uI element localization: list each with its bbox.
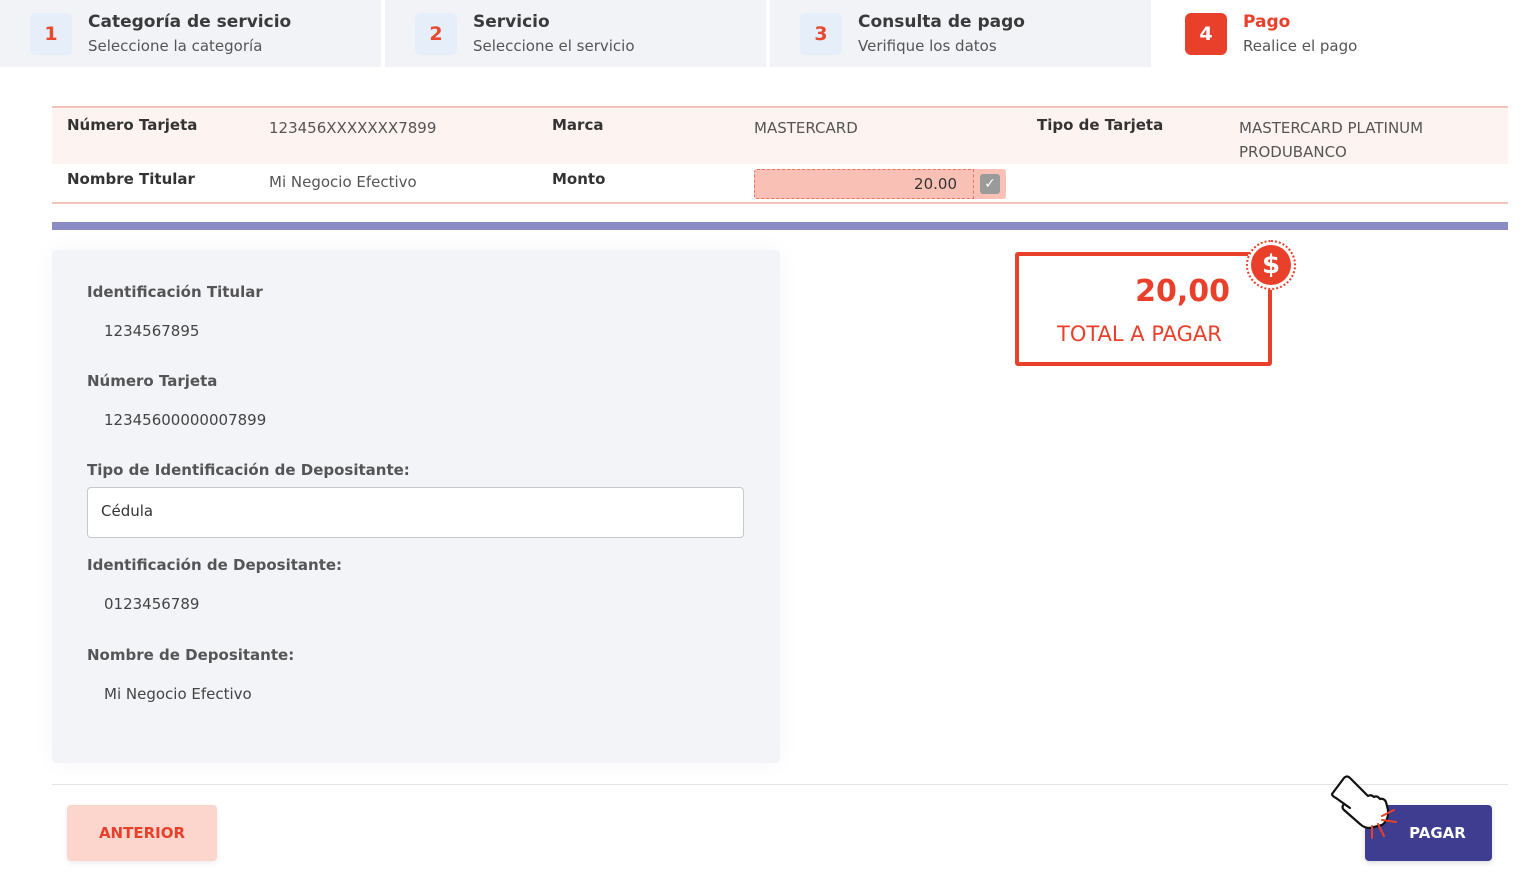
step-subtitle: Verifique los datos xyxy=(858,36,997,55)
depositor-id-type-label: Tipo de Identificación de Depositante: xyxy=(87,461,410,479)
total-amount: 20,00 xyxy=(1135,274,1230,309)
depositor-id-label: Identificación de Depositante: xyxy=(87,556,343,574)
amount-label: Monto xyxy=(552,170,606,188)
holder-id-value: 1234567895 xyxy=(104,322,200,340)
step-subtitle: Realice el pago xyxy=(1243,36,1358,55)
step-number: 1 xyxy=(30,12,72,55)
card-number-label: Número Tarjeta xyxy=(67,116,198,134)
previous-button[interactable]: ANTERIOR xyxy=(67,805,217,861)
amount-input[interactable]: 20.00 xyxy=(754,169,974,199)
depositor-name-label: Nombre de Depositante: xyxy=(87,646,295,664)
card-type-label: Tipo de Tarjeta xyxy=(1037,116,1164,134)
brand-label: Marca xyxy=(552,116,604,134)
check-icon: ✓ xyxy=(980,174,1000,194)
pointing-hand-icon xyxy=(1330,775,1397,839)
step-title: Pago xyxy=(1243,11,1291,32)
holder-name-value: Mi Negocio Efectivo xyxy=(269,173,417,191)
table-row: Número Tarjeta 123456XXXXXXX7899 Marca M… xyxy=(52,108,1508,164)
step-subtitle: Seleccione el servicio xyxy=(473,36,635,55)
card-number-value: 123456XXXXXXX7899 xyxy=(269,119,437,137)
card-number-label: Número Tarjeta xyxy=(87,372,218,390)
section-divider xyxy=(52,222,1508,230)
total-box: 20,00 TOTAL A PAGAR xyxy=(1015,252,1272,366)
total-label: TOTAL A PAGAR xyxy=(1057,322,1222,346)
card-info-table: Número Tarjeta 123456XXXXXXX7899 Marca M… xyxy=(52,106,1508,204)
step-title: Consulta de pago xyxy=(858,11,1025,32)
depositor-id-type-select[interactable]: Cédula xyxy=(87,487,744,538)
step-title: Servicio xyxy=(473,11,550,32)
amount-confirm-button[interactable]: ✓ xyxy=(974,169,1006,199)
dollar-badge: $ xyxy=(1246,240,1296,290)
wizard-stepper: 1 Categoría de servicio Seleccione la ca… xyxy=(0,0,1536,67)
step-servicio[interactable]: 2 Servicio Seleccione el servicio xyxy=(385,0,766,67)
amount-field: 20.00 ✓ xyxy=(754,169,1006,199)
step-number: 4 xyxy=(1185,12,1227,55)
step-subtitle: Seleccione la categoría xyxy=(88,36,263,55)
step-number: 3 xyxy=(800,12,842,55)
depositor-name-value: Mi Negocio Efectivo xyxy=(104,685,252,703)
step-number: 2 xyxy=(415,12,457,55)
step-categoria[interactable]: 1 Categoría de servicio Seleccione la ca… xyxy=(0,0,381,67)
holder-name-label: Nombre Titular xyxy=(67,170,195,188)
step-pago[interactable]: 4 Pago Realice el pago xyxy=(1155,0,1536,67)
card-number-value: 12345600000007899 xyxy=(104,411,267,429)
card-type-value: MASTERCARD PLATINUM PRODUBANCO xyxy=(1239,119,1424,161)
depositor-panel: Identificación Titular 1234567895 Número… xyxy=(52,250,780,763)
holder-id-label: Identificación Titular xyxy=(87,283,263,301)
depositor-id-value: 0123456789 xyxy=(104,595,200,613)
step-title: Categoría de servicio xyxy=(88,11,292,32)
dollar-icon: $ xyxy=(1251,245,1291,285)
footer-divider xyxy=(52,784,1508,785)
step-consulta[interactable]: 3 Consulta de pago Verifique los datos xyxy=(770,0,1151,67)
brand-value: MASTERCARD xyxy=(754,119,858,137)
